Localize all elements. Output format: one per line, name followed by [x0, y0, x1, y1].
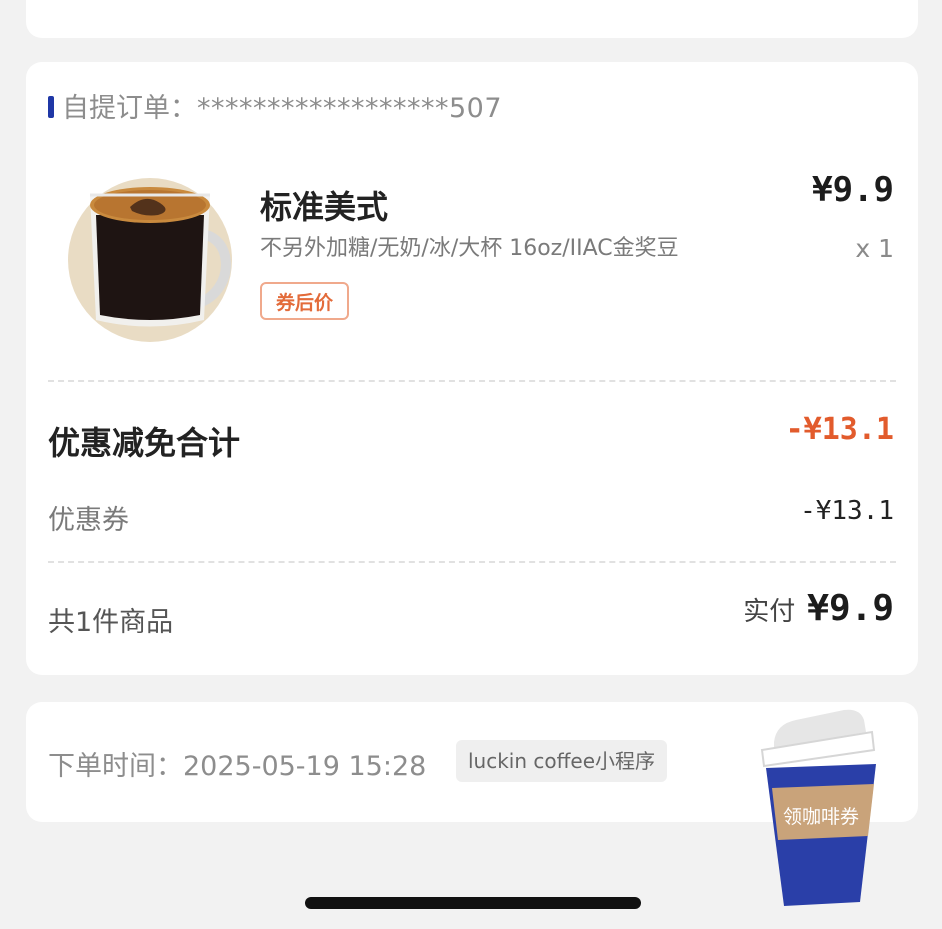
paid-label: 实付: [743, 597, 796, 627]
order-card: 自提订单：******************507 标准美式 不另外加糖/无奶…: [26, 62, 918, 675]
home-indicator[interactable]: [305, 897, 641, 909]
product-price: ¥9.9: [812, 170, 894, 210]
coupon-value: -¥13.1: [800, 496, 894, 526]
product-name[interactable]: 标准美式: [260, 182, 388, 228]
coupon-price-tag: 券后价: [260, 282, 350, 320]
discount-total: -¥13.1: [785, 412, 894, 447]
accent-bar: [48, 96, 54, 118]
order-label-prefix: 自提订单：: [62, 93, 197, 124]
coffee-mug-icon[interactable]: [60, 165, 240, 345]
order-number: ******************507: [197, 93, 503, 124]
order-time: 下单时间：2025-05-19 15:28: [48, 751, 427, 782]
product-specs: 不另外加糖/无奶/冰/大杯 16oz/IIAC金奖豆: [260, 236, 679, 261]
divider: [48, 561, 896, 563]
product-quantity: x 1: [855, 234, 894, 263]
divider: [48, 380, 896, 382]
order-source-badge: luckin coffee小程序: [456, 740, 668, 782]
coupon-label: 优惠券: [48, 505, 129, 536]
cup-text: 领咖啡券: [782, 806, 859, 828]
discount-title: 优惠减免合计: [48, 424, 241, 462]
previous-card: [26, 0, 918, 38]
get-coffee-coupon-button[interactable]: 领咖啡券: [756, 702, 886, 912]
order-number-label: 自提订单：******************507: [62, 86, 502, 125]
paid-value: ¥9.9: [807, 588, 894, 629]
paid-amount: 实付 ¥9.9: [743, 588, 894, 629]
item-count: 共1件商品: [48, 607, 174, 638]
